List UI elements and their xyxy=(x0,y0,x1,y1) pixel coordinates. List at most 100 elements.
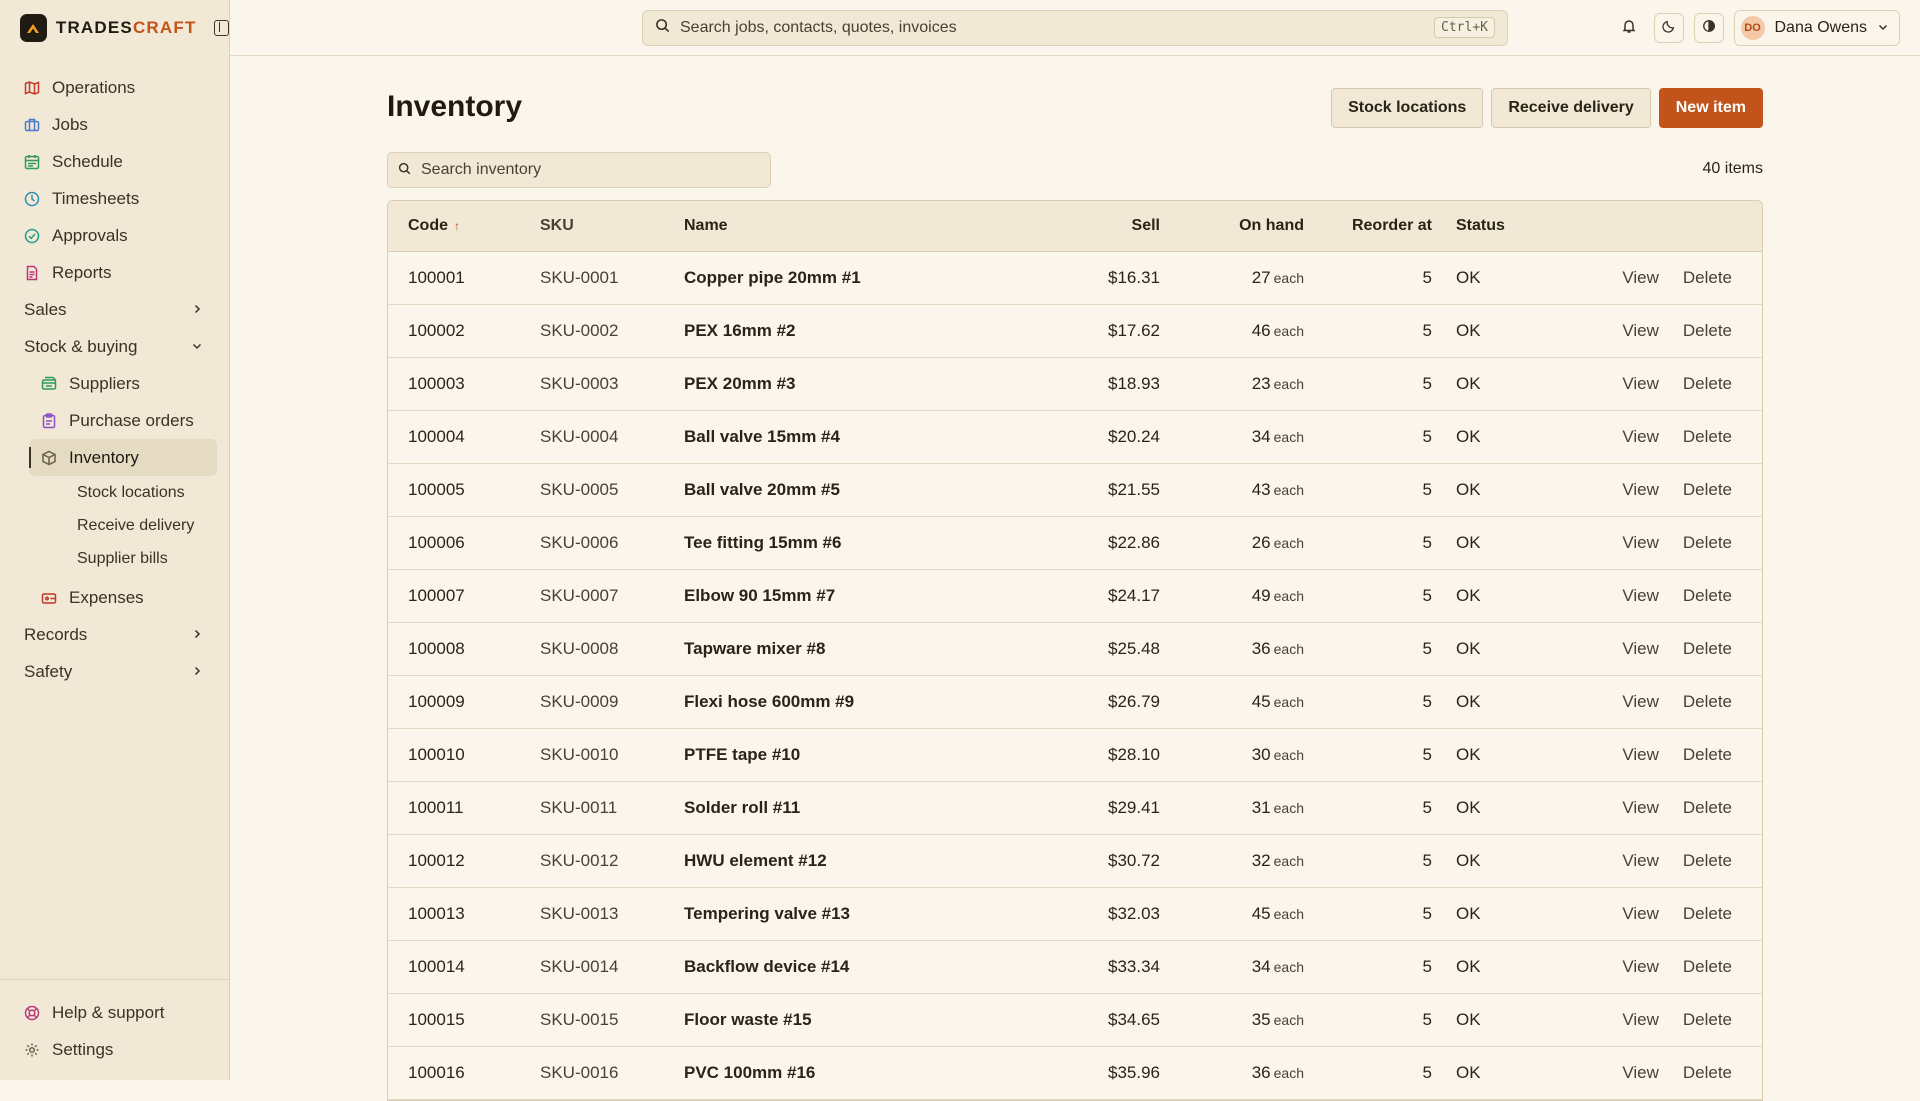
column-header-code[interactable]: Code ↑ xyxy=(388,217,540,235)
view-link[interactable]: View xyxy=(1622,480,1659,500)
topbar: Ctrl+K DO Dana Owens xyxy=(230,0,1920,56)
sidebar-group-sales[interactable]: Sales xyxy=(12,291,217,328)
table-row[interactable]: 100006 SKU-0006 Tee fitting 15mm #6 $22.… xyxy=(388,517,1762,570)
view-link[interactable]: View xyxy=(1622,904,1659,924)
sidebar-item-label: Settings xyxy=(52,1039,114,1059)
column-header-reorder-at[interactable]: Reorder at xyxy=(1304,217,1432,235)
sidebar-item-supplier-bills[interactable]: Supplier bills xyxy=(29,542,217,575)
cell-actions: View Delete xyxy=(1596,692,1762,712)
delete-link[interactable]: Delete xyxy=(1683,904,1732,924)
inventory-search[interactable] xyxy=(387,152,771,188)
view-link[interactable]: View xyxy=(1622,745,1659,765)
table-row[interactable]: 100014 SKU-0014 Backflow device #14 $33.… xyxy=(388,941,1762,994)
delete-link[interactable]: Delete xyxy=(1683,533,1732,553)
view-link[interactable]: View xyxy=(1622,957,1659,977)
sidebar-item-jobs[interactable]: Jobs xyxy=(12,106,217,143)
user-menu-button[interactable]: DO Dana Owens xyxy=(1733,10,1900,46)
delete-link[interactable]: Delete xyxy=(1683,851,1732,871)
sidebar-item-operations[interactable]: Operations xyxy=(12,69,217,106)
delete-link[interactable]: Delete xyxy=(1683,321,1732,341)
new-item-button[interactable]: New item xyxy=(1658,88,1763,128)
table-row[interactable]: 100005 SKU-0005 Ball valve 20mm #5 $21.5… xyxy=(388,464,1762,517)
sidebar-group-records[interactable]: Records xyxy=(12,616,217,653)
sidebar-item-reports[interactable]: Reports xyxy=(12,254,217,291)
sidebar-group-stock-buying[interactable]: Stock & buying xyxy=(12,328,217,365)
view-link[interactable]: View xyxy=(1622,798,1659,818)
delete-link[interactable]: Delete xyxy=(1683,268,1732,288)
view-link[interactable]: View xyxy=(1622,1010,1659,1030)
view-link[interactable]: View xyxy=(1622,268,1659,288)
stock-locations-button[interactable]: Stock locations xyxy=(1331,88,1484,128)
inventory-search-input[interactable] xyxy=(421,161,770,179)
view-link[interactable]: View xyxy=(1622,321,1659,341)
sort-ascending-icon: ↑ xyxy=(454,219,460,233)
delete-link[interactable]: Delete xyxy=(1683,957,1732,977)
sidebar-item-expenses[interactable]: Expenses xyxy=(29,579,217,616)
sidebar-item-inventory[interactable]: Inventory xyxy=(29,439,217,476)
contrast-toggle[interactable] xyxy=(1693,13,1724,43)
table-row[interactable]: 100016 SKU-0016 PVC 100mm #16 $35.96 36 e… xyxy=(388,1047,1762,1100)
delete-link[interactable]: Delete xyxy=(1683,586,1732,606)
table-row[interactable]: 100012 SKU-0012 HWU element #12 $30.72 3… xyxy=(388,835,1762,888)
table-row[interactable]: 100008 SKU-0008 Tapware mixer #8 $25.48 … xyxy=(388,623,1762,676)
table-row[interactable]: 100010 SKU-0010 PTFE tape #10 $28.10 30 e… xyxy=(388,729,1762,782)
table-row[interactable]: 100002 SKU-0002 PEX 16mm #2 $17.62 46 eac… xyxy=(388,305,1762,358)
sidebar-item-schedule[interactable]: Schedule xyxy=(12,143,217,180)
dark-mode-toggle[interactable] xyxy=(1653,13,1684,43)
column-header-name[interactable]: Name xyxy=(684,217,984,235)
table-row[interactable]: 100015 SKU-0015 Floor waste #15 $34.65 3… xyxy=(388,994,1762,1047)
cell-name: PVC 100mm #16 xyxy=(684,1063,816,1082)
receive-delivery-button[interactable]: Receive delivery xyxy=(1491,88,1651,128)
global-search[interactable]: Ctrl+K xyxy=(642,10,1508,46)
sidebar-item-approvals[interactable]: Approvals xyxy=(12,217,217,254)
table-row[interactable]: 100004 SKU-0004 Ball valve 15mm #4 $20.2… xyxy=(388,411,1762,464)
view-link[interactable]: View xyxy=(1622,1063,1659,1083)
delete-link[interactable]: Delete xyxy=(1683,374,1732,394)
brand-logo-icon[interactable] xyxy=(20,13,47,42)
cell-sell: $17.62 xyxy=(1108,321,1160,340)
column-header-sell[interactable]: Sell xyxy=(984,217,1160,235)
sidebar-item-suppliers[interactable]: Suppliers xyxy=(29,365,217,402)
delete-link[interactable]: Delete xyxy=(1683,1063,1732,1083)
cell-status: OK xyxy=(1456,268,1481,287)
cell-on-hand: 35 each xyxy=(1160,1010,1304,1030)
table-row[interactable]: 100013 SKU-0013 Tempering valve #13 $32.… xyxy=(388,888,1762,941)
column-header-on-hand[interactable]: On hand xyxy=(1160,217,1304,235)
notifications-button[interactable] xyxy=(1614,13,1644,43)
view-link[interactable]: View xyxy=(1622,851,1659,871)
cell-reorder-at: 5 xyxy=(1422,586,1432,605)
delete-link[interactable]: Delete xyxy=(1683,639,1732,659)
view-link[interactable]: View xyxy=(1622,639,1659,659)
sidebar-group-safety[interactable]: Safety xyxy=(12,653,217,690)
delete-link[interactable]: Delete xyxy=(1683,480,1732,500)
sidebar-item-receive-delivery[interactable]: Receive delivery xyxy=(29,509,217,542)
cell-sku: SKU-0014 xyxy=(540,957,619,976)
table-row[interactable]: 100011 SKU-0011 Solder roll #11 $29.41 3… xyxy=(388,782,1762,835)
delete-link[interactable]: Delete xyxy=(1683,427,1732,447)
delete-link[interactable]: Delete xyxy=(1683,745,1732,765)
delete-link[interactable]: Delete xyxy=(1683,1010,1732,1030)
view-link[interactable]: View xyxy=(1622,692,1659,712)
view-link[interactable]: View xyxy=(1622,374,1659,394)
table-row[interactable]: 100007 SKU-0007 Elbow 90 15mm #7 $24.17 … xyxy=(388,570,1762,623)
column-header-status[interactable]: Status xyxy=(1432,217,1596,235)
sidebar-item-timesheets[interactable]: Timesheets xyxy=(12,180,217,217)
view-link[interactable]: View xyxy=(1622,533,1659,553)
on-hand-unit: each xyxy=(1273,588,1304,604)
sidebar-item-help-support[interactable]: Help & support xyxy=(12,994,217,1031)
view-link[interactable]: View xyxy=(1622,586,1659,606)
table-row[interactable]: 100003 SKU-0003 PEX 20mm #3 $18.93 23 eac… xyxy=(388,358,1762,411)
delete-link[interactable]: Delete xyxy=(1683,692,1732,712)
view-link[interactable]: View xyxy=(1622,427,1659,447)
global-search-input[interactable] xyxy=(680,19,1507,37)
table-row[interactable]: 100001 SKU-0001 Copper pipe 20mm #1 $16.… xyxy=(388,252,1762,305)
cell-sell: $30.72 xyxy=(1108,851,1160,870)
column-header-sku[interactable]: SKU xyxy=(540,217,684,235)
delete-link[interactable]: Delete xyxy=(1683,798,1732,818)
table-row[interactable]: 100009 SKU-0009 Flexi hose 600mm #9 $26.… xyxy=(388,676,1762,729)
clock-icon xyxy=(24,191,40,207)
sidebar-item-settings[interactable]: Settings xyxy=(12,1031,217,1068)
sidebar-item-purchase-orders[interactable]: Purchase orders xyxy=(29,402,217,439)
sidebar-item-stock-locations[interactable]: Stock locations xyxy=(29,476,217,509)
collapse-sidebar-icon[interactable] xyxy=(213,19,229,36)
